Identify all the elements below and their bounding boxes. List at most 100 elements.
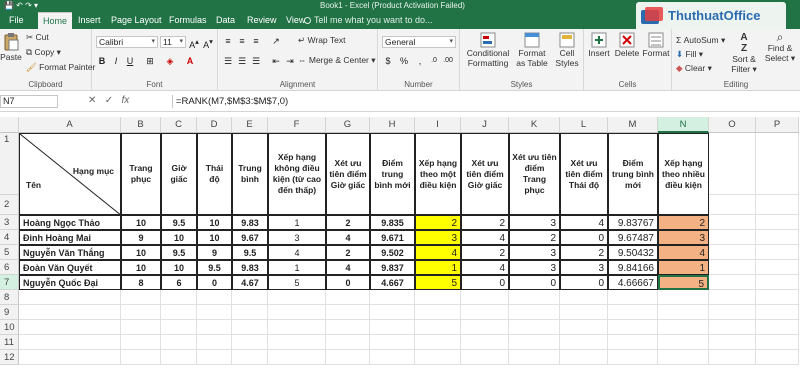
increase-decimal-icon[interactable]: .0 <box>428 55 440 67</box>
empty-cell[interactable] <box>268 320 326 335</box>
table-header-c[interactable]: Giờ giấc <box>161 133 197 215</box>
data-cell-l[interactable]: 0 <box>560 230 608 245</box>
data-cell-j[interactable]: 2 <box>461 215 509 230</box>
row-header-3[interactable]: 3 <box>0 215 19 230</box>
name-cell[interactable]: Đinh Hoàng Mai <box>19 230 121 245</box>
empty-cell[interactable] <box>197 350 232 365</box>
merge-center-button[interactable]: ⇔ Merge & Center ▾ <box>298 55 376 66</box>
cancel-icon[interactable]: ✕ <box>88 95 96 106</box>
data-cell-k[interactable]: 3 <box>509 260 560 275</box>
data-cell-k[interactable]: 2 <box>509 230 560 245</box>
row-header-1[interactable]: 1 <box>0 133 19 195</box>
empty-cell[interactable] <box>461 320 509 335</box>
empty-cell[interactable] <box>197 305 232 320</box>
data-cell-i[interactable]: 1 <box>415 260 461 275</box>
align-top-icon[interactable]: ≡ <box>222 35 234 47</box>
table-header-d[interactable]: Thái độ <box>197 133 232 215</box>
data-cell-n[interactable]: 4 <box>658 245 709 260</box>
indent-icon[interactable]: ⇤ <box>270 55 282 67</box>
tell-me-box[interactable]: Tell me what you want to do... <box>304 12 433 29</box>
empty-cell[interactable] <box>161 290 197 305</box>
row-header-12[interactable]: 12 <box>0 350 19 365</box>
empty-cell[interactable] <box>709 350 756 365</box>
data-cell-e[interactable]: 4.67 <box>232 275 268 290</box>
data-cell-b[interactable]: 9 <box>121 230 161 245</box>
column-header-g[interactable]: G <box>326 117 370 133</box>
empty-cell[interactable] <box>121 305 161 320</box>
empty-cell[interactable] <box>756 320 799 335</box>
empty-cell[interactable] <box>509 335 560 350</box>
empty-cell[interactable] <box>658 305 709 320</box>
fill-color-icon[interactable]: ◈ <box>164 55 176 67</box>
quick-access-toolbar[interactable]: 💾 ↶ ↷ ▾ <box>4 1 38 10</box>
data-cell-g[interactable]: 4 <box>326 230 370 245</box>
column-header-h[interactable]: H <box>370 117 415 133</box>
empty-cell[interactable] <box>756 305 799 320</box>
fx-icon[interactable]: fx <box>121 95 129 106</box>
row-header-10[interactable]: 10 <box>0 320 19 335</box>
empty-cell[interactable] <box>161 305 197 320</box>
empty-cell[interactable] <box>658 335 709 350</box>
empty-cell[interactable] <box>756 195 799 215</box>
tab-review[interactable]: Review <box>242 12 282 29</box>
table-header-b[interactable]: Trang phục <box>121 133 161 215</box>
empty-cell[interactable] <box>509 350 560 365</box>
data-cell-d[interactable]: 9.5 <box>197 260 232 275</box>
empty-cell[interactable] <box>326 350 370 365</box>
row-header-9[interactable]: 9 <box>0 305 19 320</box>
cut-button[interactable]: ✂ Cut <box>26 32 49 43</box>
data-cell-n[interactable]: 3 <box>658 230 709 245</box>
row-header-2[interactable]: 2 <box>0 195 19 215</box>
empty-cell[interactable] <box>658 290 709 305</box>
data-cell-h[interactable]: 9.502 <box>370 245 415 260</box>
insert-cells-button[interactable]: Insert <box>586 32 612 58</box>
column-header-e[interactable]: E <box>232 117 268 133</box>
empty-cell[interactable] <box>370 350 415 365</box>
column-header-m[interactable]: M <box>608 117 658 133</box>
empty-cell[interactable] <box>756 275 799 290</box>
empty-cell[interactable] <box>560 335 608 350</box>
sort-filter-button[interactable]: A Z Sort & Filter ▾ <box>728 32 760 75</box>
table-header-l[interactable]: Xét ưu tiên điểm Thái độ <box>560 133 608 215</box>
empty-cell[interactable] <box>608 290 658 305</box>
data-cell-f[interactable]: 4 <box>268 245 326 260</box>
cell-styles-button[interactable]: Cell Styles <box>552 32 582 68</box>
empty-cell[interactable] <box>461 305 509 320</box>
empty-cell[interactable] <box>326 320 370 335</box>
data-cell-f[interactable]: 1 <box>268 215 326 230</box>
empty-cell[interactable] <box>197 335 232 350</box>
empty-cell[interactable] <box>232 290 268 305</box>
font-size-select[interactable]: 11 <box>160 36 186 48</box>
data-cell-d[interactable]: 10 <box>197 215 232 230</box>
data-cell-i[interactable]: 2 <box>415 215 461 230</box>
column-header-o[interactable]: O <box>709 117 756 133</box>
empty-cell[interactable] <box>461 290 509 305</box>
bold-button[interactable]: B <box>96 55 108 67</box>
empty-cell[interactable] <box>608 320 658 335</box>
empty-cell[interactable] <box>461 335 509 350</box>
empty-cell[interactable] <box>415 335 461 350</box>
data-cell-m[interactable]: 9.67487 <box>608 230 658 245</box>
data-cell-c[interactable]: 9.5 <box>161 245 197 260</box>
data-cell-j[interactable]: 0 <box>461 275 509 290</box>
data-cell-h[interactable]: 9.671 <box>370 230 415 245</box>
currency-icon[interactable]: $ <box>382 55 394 67</box>
empty-cell[interactable] <box>370 290 415 305</box>
tab-file[interactable]: File <box>4 12 29 29</box>
name-cell[interactable]: Đoàn Văn Quyết <box>19 260 121 275</box>
font-color-icon[interactable]: A <box>184 55 196 67</box>
number-format-select[interactable]: General <box>382 36 456 48</box>
data-cell-g[interactable]: 4 <box>326 260 370 275</box>
orientation-icon[interactable]: ↗ <box>270 35 282 47</box>
empty-cell[interactable] <box>268 305 326 320</box>
font-name-select[interactable]: Calibri <box>96 36 158 48</box>
data-cell-g[interactable]: 0 <box>326 275 370 290</box>
italic-button[interactable]: I <box>110 55 122 67</box>
table-header-j[interactable]: Xét ưu tiên điểm Giờ giấc <box>461 133 509 215</box>
empty-cell[interactable] <box>370 305 415 320</box>
empty-cell[interactable] <box>709 305 756 320</box>
name-cell[interactable]: Hoàng Ngọc Thảo <box>19 215 121 230</box>
empty-cell[interactable] <box>608 305 658 320</box>
empty-cell[interactable] <box>415 320 461 335</box>
empty-cell[interactable] <box>121 350 161 365</box>
